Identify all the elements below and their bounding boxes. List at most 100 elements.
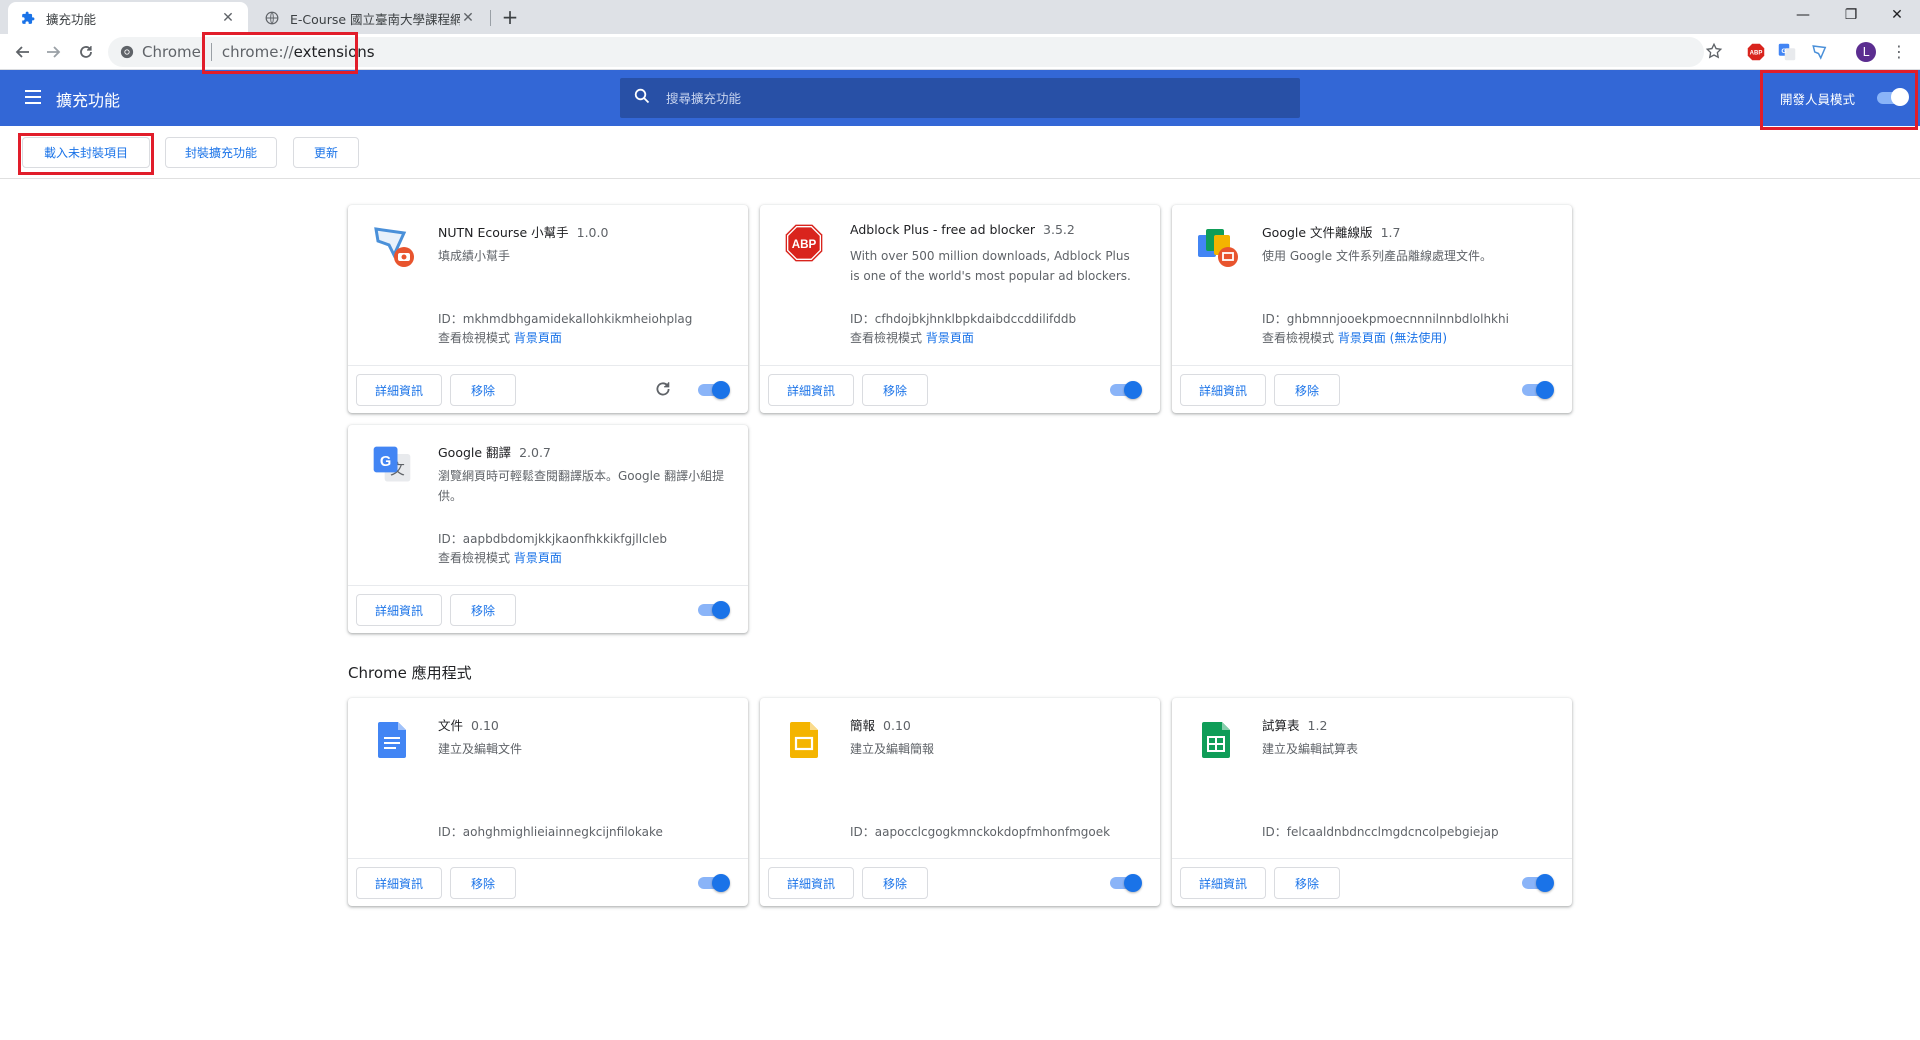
tab-title: E-Course 國立臺南大學課程網站 bbox=[290, 11, 460, 27]
extension-version: 3.5.2 bbox=[1043, 222, 1075, 237]
remove-button[interactable]: 移除 bbox=[1274, 867, 1340, 899]
background-page-link[interactable]: 背景頁面 (無法使用) bbox=[1338, 331, 1447, 345]
details-button[interactable]: 詳細資訊 bbox=[356, 594, 442, 626]
toggle-knob bbox=[1536, 381, 1554, 399]
globe-icon bbox=[264, 10, 280, 26]
google-translate-icon[interactable]: G bbox=[1777, 42, 1797, 62]
enable-toggle[interactable] bbox=[696, 873, 730, 893]
apps-section-title: Chrome 應用程式 bbox=[348, 664, 472, 682]
app-id: ID：aapocclcgogkmnckokdopfmhonfmgoek bbox=[850, 825, 1111, 839]
back-button[interactable] bbox=[8, 38, 36, 66]
extension-id: ID：ghbmnnjooekpmoecnnnilnnbdlolhkhi bbox=[1262, 312, 1509, 326]
extensions-header: 擴充功能 開發人員模式 bbox=[0, 70, 1920, 126]
enable-toggle[interactable] bbox=[1520, 380, 1554, 400]
restore-button[interactable]: ❐ bbox=[1828, 0, 1874, 30]
card-footer: 詳細資訊 移除 bbox=[1172, 365, 1572, 413]
reload-button[interactable] bbox=[72, 38, 100, 66]
extension-name: Adblock Plus - free ad blocker 3.5.2 bbox=[850, 222, 1075, 237]
extension-card: ABP Adblock Plus - free ad blocker 3.5.2 … bbox=[760, 205, 1160, 413]
details-button[interactable]: 詳細資訊 bbox=[768, 867, 854, 899]
extension-name: NUTN Ecourse 小幫手 1.0.0 bbox=[438, 222, 608, 241]
tab-close-icon[interactable]: ✕ bbox=[220, 10, 236, 26]
enable-toggle[interactable] bbox=[1108, 873, 1142, 893]
extension-card: 文G Google 翻譯 2.0.7 瀏覽網頁時可輕鬆查閱翻譯版本。Google … bbox=[348, 425, 748, 633]
enable-toggle[interactable] bbox=[1520, 873, 1554, 893]
extension-id: ID：cfhdojbkjhnklbpkdaibdccddilifddb bbox=[850, 312, 1077, 326]
extension-version: 1.0.0 bbox=[576, 225, 609, 240]
details-button[interactable]: 詳細資訊 bbox=[1180, 867, 1266, 899]
google-slides-icon bbox=[780, 714, 830, 764]
extension-description: 使用 Google 文件系列產品離線處理文件。 bbox=[1262, 249, 1492, 263]
remove-button[interactable]: 移除 bbox=[862, 867, 928, 899]
background-page-link[interactable]: 背景頁面 bbox=[514, 331, 562, 345]
background-page-link[interactable]: 背景頁面 bbox=[514, 551, 562, 565]
details-button[interactable]: 詳細資訊 bbox=[356, 374, 442, 406]
load-unpacked-button[interactable]: 載入未封裝項目 bbox=[22, 137, 150, 168]
svg-text:ABP: ABP bbox=[792, 238, 817, 251]
extension-version: 2.0.7 bbox=[519, 445, 551, 460]
url-text[interactable]: chrome://extensions bbox=[222, 43, 375, 61]
tab-title: 擴充功能 bbox=[46, 11, 97, 27]
toggle-knob bbox=[1891, 88, 1909, 106]
inspect-views-label: 查看檢視模式 bbox=[438, 551, 511, 565]
reload-icon bbox=[80, 46, 92, 58]
toggle-knob bbox=[712, 381, 730, 399]
remove-button[interactable]: 移除 bbox=[450, 867, 516, 899]
extension-id: ID：mkhmdbhgamidekallohkikmheiohplag bbox=[438, 312, 693, 326]
pack-extension-button[interactable]: 封裝擴充功能 bbox=[165, 137, 277, 168]
extension-title: Google 翻譯 bbox=[438, 445, 512, 460]
abp-icon: ABP bbox=[780, 221, 830, 271]
background-page-link[interactable]: 背景頁面 bbox=[926, 331, 974, 345]
app-version: 1.2 bbox=[1307, 718, 1328, 733]
search-box[interactable] bbox=[620, 78, 1300, 118]
profile-avatar[interactable]: L bbox=[1856, 42, 1876, 62]
details-button[interactable]: 詳細資訊 bbox=[1180, 374, 1266, 406]
tab-ecourse[interactable]: E-Course 國立臺南大學課程網站 ✕ bbox=[252, 2, 488, 34]
svg-text:ABP: ABP bbox=[1750, 51, 1763, 57]
details-button[interactable]: 詳細資訊 bbox=[768, 374, 854, 406]
app-card: 試算表 1.2 建立及編輯試算表 ID：felcaaldnbdncclmgdcnc… bbox=[1172, 698, 1572, 906]
window-close-button[interactable]: ✕ bbox=[1874, 0, 1920, 30]
abp-icon[interactable]: ABP bbox=[1746, 42, 1766, 62]
remove-button[interactable]: 移除 bbox=[862, 374, 928, 406]
tab-close-icon[interactable]: ✕ bbox=[460, 10, 476, 26]
google-sheets-icon bbox=[1192, 714, 1242, 764]
app-description: 建立及編輯試算表 bbox=[1262, 742, 1359, 756]
nutn-ecourse-icon[interactable] bbox=[1810, 42, 1830, 62]
enable-toggle[interactable] bbox=[696, 600, 730, 620]
enable-toggle[interactable] bbox=[696, 380, 730, 400]
minimize-button[interactable]: — bbox=[1780, 0, 1826, 30]
forward-button[interactable] bbox=[40, 38, 68, 66]
dev-mode-label: 開發人員模式 bbox=[1780, 92, 1856, 107]
dev-mode-toggle[interactable] bbox=[1875, 88, 1909, 108]
extension-id: ID：aapbdbdomjkkjkaonfhkkikfgjllcleb bbox=[438, 532, 667, 546]
remove-button[interactable]: 移除 bbox=[1274, 374, 1340, 406]
search-input[interactable] bbox=[666, 90, 1266, 106]
svg-text:G: G bbox=[380, 454, 391, 470]
site-chip[interactable]: Chrome bbox=[108, 43, 201, 61]
app-id: ID：aohghmighlieiainnegkcijnfilokake bbox=[438, 825, 663, 839]
reload-icon[interactable] bbox=[654, 380, 674, 400]
toggle-knob bbox=[1124, 874, 1142, 892]
app-version: 0.10 bbox=[471, 718, 499, 733]
toggle-knob bbox=[712, 601, 730, 619]
dev-toolbar: 載入未封裝項目 封裝擴充功能 更新 bbox=[0, 126, 1920, 179]
toggle-knob bbox=[1536, 874, 1554, 892]
app-title: 文件 bbox=[438, 718, 464, 733]
enable-toggle[interactable] bbox=[1108, 380, 1142, 400]
update-button[interactable]: 更新 bbox=[293, 137, 359, 168]
remove-button[interactable]: 移除 bbox=[450, 374, 516, 406]
menu-kebab-icon[interactable]: ⋮ bbox=[1889, 42, 1909, 62]
omnibox[interactable]: Chrome chrome://extensions bbox=[108, 37, 1704, 67]
details-button[interactable]: 詳細資訊 bbox=[356, 867, 442, 899]
tab-extensions[interactable]: 擴充功能 ✕ bbox=[8, 2, 248, 34]
remove-button[interactable]: 移除 bbox=[450, 594, 516, 626]
new-tab-button[interactable]: + bbox=[498, 6, 522, 30]
bookmark-star-icon[interactable] bbox=[1705, 42, 1723, 64]
inspect-views: 查看檢視模式 背景頁面 bbox=[438, 549, 562, 566]
extension-description: 瀏覽網頁時可輕鬆查閱翻譯版本。Google 翻譯小組提供。 bbox=[438, 469, 725, 503]
hamburger-menu-icon[interactable] bbox=[24, 88, 44, 108]
arrow-left-icon bbox=[15, 46, 29, 58]
card-footer: 詳細資訊 移除 bbox=[1172, 858, 1572, 906]
inspect-views: 查看檢視模式 背景頁面 bbox=[438, 329, 562, 346]
